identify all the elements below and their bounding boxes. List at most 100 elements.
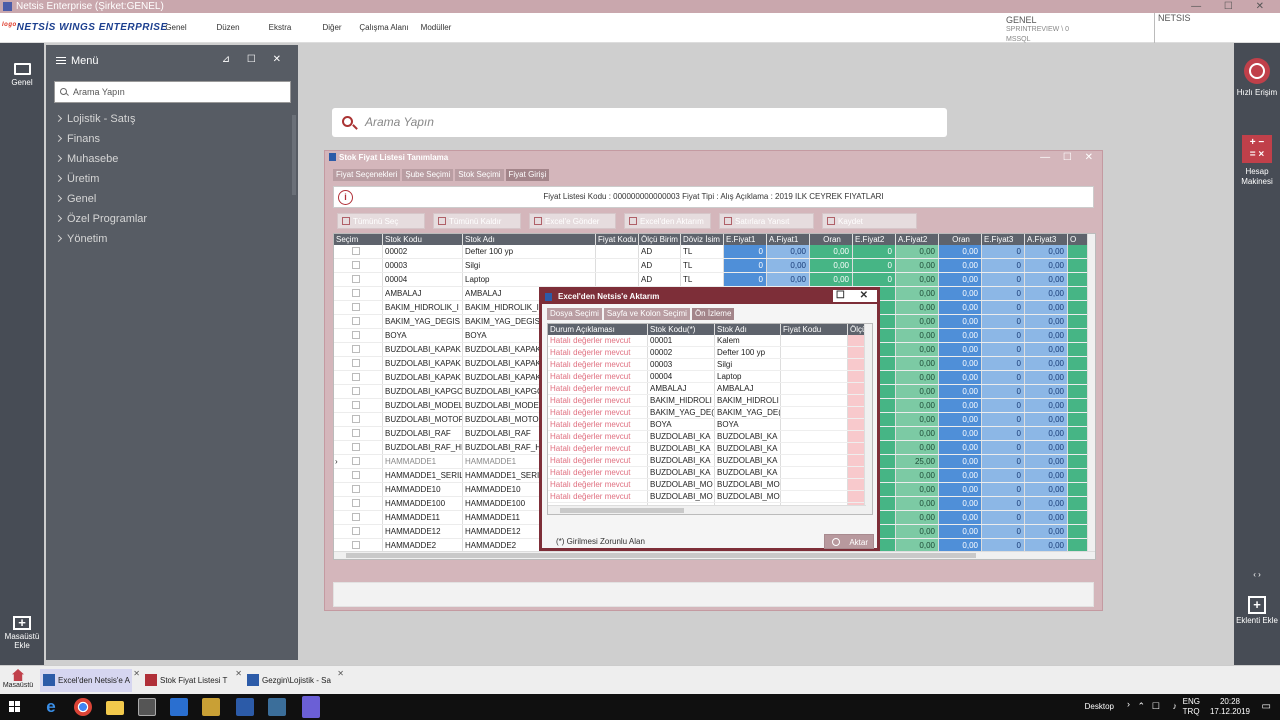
stok-adi-cell[interactable]: AMBALAJ: [715, 383, 781, 394]
row-checkbox[interactable]: [352, 289, 360, 297]
menu-item-yonetim[interactable]: Yönetim: [54, 233, 107, 245]
preview-grid-hscroll[interactable]: [548, 505, 866, 514]
o-cell[interactable]: [1068, 357, 1088, 370]
menu-diger[interactable]: Diğer: [306, 23, 358, 32]
a-fiyat3-cell[interactable]: 0,00: [1025, 329, 1068, 342]
tab-sayfa-kolon-secimi[interactable]: Sayfa ve Kolon Seçimi: [603, 308, 690, 320]
a-fiyat2-cell[interactable]: 25,00: [896, 455, 939, 468]
row-select-cell[interactable]: [334, 399, 383, 412]
fiyat-kodu-cell[interactable]: [781, 371, 848, 382]
edge-icon[interactable]: e: [42, 698, 60, 716]
a-fiyat2-cell[interactable]: 0,00: [896, 497, 939, 510]
oran2-cell[interactable]: 0,00: [939, 483, 982, 496]
row-checkbox[interactable]: [352, 457, 360, 465]
stok-kodu-cell[interactable]: 00001: [648, 335, 715, 346]
notification-icon[interactable]: ▭: [1262, 701, 1271, 712]
stok-kodu-cell[interactable]: 00004: [383, 273, 463, 286]
a-fiyat1-cell[interactable]: 0,00: [767, 259, 810, 272]
window-controls[interactable]: — ☐ ✕: [1191, 0, 1274, 13]
calculator-button[interactable]: + − = × Hesap Makinesi: [1234, 135, 1280, 187]
e-fiyat3-cell[interactable]: 0: [982, 315, 1025, 328]
import-excel-button[interactable]: Excel'den Aktarım: [624, 213, 711, 229]
stok-kodu-cell[interactable]: BUZDOLABI_KAPAK: [383, 371, 463, 384]
e-fiyat3-cell[interactable]: 0: [982, 301, 1025, 314]
row-select-cell[interactable]: [334, 511, 383, 524]
row-checkbox[interactable]: [352, 499, 360, 507]
a-fiyat1-cell[interactable]: 0,00: [767, 273, 810, 286]
e-fiyat3-cell[interactable]: 0: [982, 273, 1025, 286]
row-checkbox[interactable]: [352, 331, 360, 339]
olcu-birim-cell[interactable]: AD: [639, 259, 681, 272]
user-info[interactable]: NETSIS: [1154, 13, 1280, 43]
col-e-fiyat3[interactable]: E.Fiyat3: [982, 234, 1025, 245]
row-checkbox[interactable]: [352, 471, 360, 479]
row-checkbox[interactable]: [352, 443, 360, 451]
stok-kodu-cell[interactable]: BUZDOLABI_MO: [648, 479, 715, 490]
row-checkbox[interactable]: [352, 275, 360, 283]
desktop-toolbar-label[interactable]: Desktop: [1085, 702, 1114, 711]
row-checkbox[interactable]: [352, 261, 360, 269]
fiyat-kodu-cell[interactable]: [781, 347, 848, 358]
o-cell[interactable]: [1068, 455, 1088, 468]
row-checkbox[interactable]: [352, 527, 360, 535]
menu-item-ozel-programlar[interactable]: Özel Programlar: [54, 213, 147, 225]
doviz-cell[interactable]: TL: [681, 273, 724, 286]
stok-kodu-cell[interactable]: BUZDOLABI_MOTOR: [383, 413, 463, 426]
row-select-cell[interactable]: [334, 287, 383, 300]
oran2-cell[interactable]: 0,00: [939, 273, 982, 286]
a-fiyat2-cell[interactable]: 0,00: [896, 399, 939, 412]
stok-kodu-cell[interactable]: BUZDOLABI_RAF: [383, 427, 463, 440]
outlook-icon[interactable]: [170, 698, 188, 716]
fiyat-kodu-cell[interactable]: [596, 273, 639, 286]
durum-cell[interactable]: Hatalı değerler mevcut: [548, 347, 648, 358]
e-fiyat3-cell[interactable]: 0: [982, 329, 1025, 342]
o-cell[interactable]: [1068, 301, 1088, 314]
stok-adi-cell[interactable]: Defter 100 yp: [463, 245, 596, 258]
o-cell[interactable]: [1068, 525, 1088, 538]
o-cell[interactable]: [1068, 329, 1088, 342]
fiyat-kodu-cell[interactable]: [781, 383, 848, 394]
o-cell[interactable]: [1068, 511, 1088, 524]
a-fiyat2-cell[interactable]: 0,00: [896, 469, 939, 482]
e-fiyat2-cell[interactable]: 0: [853, 245, 896, 258]
stok-adi-cell[interactable]: Defter 100 yp: [715, 347, 781, 358]
oran2-cell[interactable]: 0,00: [939, 287, 982, 300]
fiyat-kodu-cell[interactable]: [781, 335, 848, 346]
fiyat-kodu-cell[interactable]: [781, 431, 848, 442]
o-cell[interactable]: [1068, 245, 1088, 258]
a-fiyat3-cell[interactable]: 0,00: [1025, 273, 1068, 286]
a-fiyat2-cell[interactable]: 0,00: [896, 511, 939, 524]
col-e-fiyat1[interactable]: E.Fiyat1: [724, 234, 767, 245]
taskbar-tab-stok[interactable]: Stok Fiyat Listesi T ✕: [142, 669, 242, 692]
rail-genel[interactable]: Genel: [0, 63, 44, 87]
stok-adi-cell[interactable]: Laptop: [715, 371, 781, 382]
table-row[interactable]: 00003 Silgi AD TL 0 0,00 0,00 0 0,00 0,00 0 0,00: [334, 259, 1095, 273]
col-oran1[interactable]: Oran: [810, 234, 853, 245]
tab-sube-secimi[interactable]: Şube Seçimi: [402, 169, 454, 181]
oran2-cell[interactable]: 0,00: [939, 399, 982, 412]
menu-ekstra[interactable]: Ekstra: [254, 23, 306, 32]
table-row[interactable]: Hatalı değerler mevcut BUZDOLABI_KA BUZDOL…: [548, 455, 872, 467]
col-doviz-isim[interactable]: Döviz İsim: [681, 234, 724, 245]
a-fiyat3-cell[interactable]: 0,00: [1025, 497, 1068, 510]
company-info[interactable]: GENEL SPRINTREVIEW \ 0 MSSQL: [1006, 15, 1069, 45]
table-row[interactable]: Hatalı değerler mevcut 00003 Silgi: [548, 359, 872, 371]
fiyat-kodu-cell[interactable]: [781, 359, 848, 370]
stok-kodu-cell[interactable]: BUZDOLABI_MODEL: [383, 399, 463, 412]
row-select-cell[interactable]: [334, 483, 383, 496]
taskbar-tab-excel[interactable]: Excel'den Netsis'e A ✕: [40, 669, 140, 692]
close-icon[interactable]: ✕: [337, 662, 344, 685]
stok-kodu-cell[interactable]: BUZDOLABI_RAF_HI: [383, 441, 463, 454]
e-fiyat3-cell[interactable]: 0: [982, 245, 1025, 258]
stok-kodu-cell[interactable]: 00003: [383, 259, 463, 272]
oran2-cell[interactable]: 0,00: [939, 259, 982, 272]
save-button[interactable]: Kaydet: [822, 213, 917, 229]
hscroll-thumb[interactable]: [560, 508, 684, 513]
e-fiyat3-cell[interactable]: 0: [982, 399, 1025, 412]
row-checkbox[interactable]: [352, 303, 360, 311]
stok-kodu-cell[interactable]: 00004: [648, 371, 715, 382]
stok-kodu-cell[interactable]: HAMMADDE12: [383, 525, 463, 538]
col-stok-kodu[interactable]: Stok Kodu(*): [648, 324, 715, 335]
row-checkbox[interactable]: [352, 415, 360, 423]
netsis-icon[interactable]: [236, 698, 254, 716]
